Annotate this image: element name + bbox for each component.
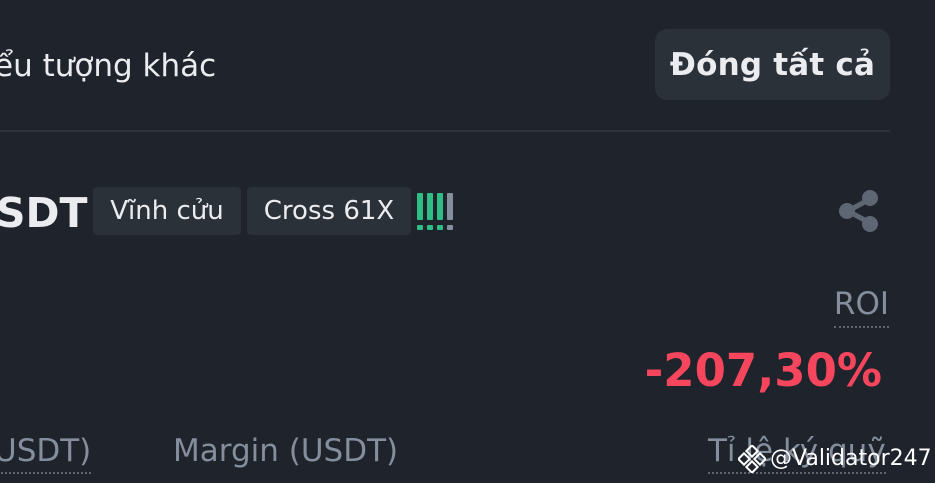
watermark: @Validator247 [738, 444, 932, 474]
close-all-button[interactable]: Đóng tất cả [655, 29, 890, 100]
margin-column-label: Margin (USDT) [173, 433, 399, 469]
size-column-label[interactable]: USDT) [0, 430, 92, 474]
risk-level-indicator [417, 193, 453, 230]
risk-bar [447, 193, 453, 230]
share-icon[interactable] [836, 188, 882, 234]
roi-label[interactable]: ROI [833, 284, 889, 328]
risk-bar [427, 193, 433, 230]
risk-bar [417, 193, 423, 230]
binance-logo-icon [738, 445, 766, 473]
position-card-screen: ểu tượng khác Đóng tất cả SDT Vĩnh cửu C… [0, 0, 935, 483]
watermark-text: @Validator247 [770, 446, 932, 471]
roi-value: -207,30% [644, 344, 882, 397]
header-title: ểu tượng khác [0, 48, 217, 84]
risk-bar [437, 193, 443, 230]
perpetual-tag: Vĩnh cửu [93, 187, 241, 235]
leverage-tag[interactable]: Cross 61X [247, 187, 411, 235]
divider [0, 130, 890, 132]
symbol-name: SDT [0, 189, 88, 237]
